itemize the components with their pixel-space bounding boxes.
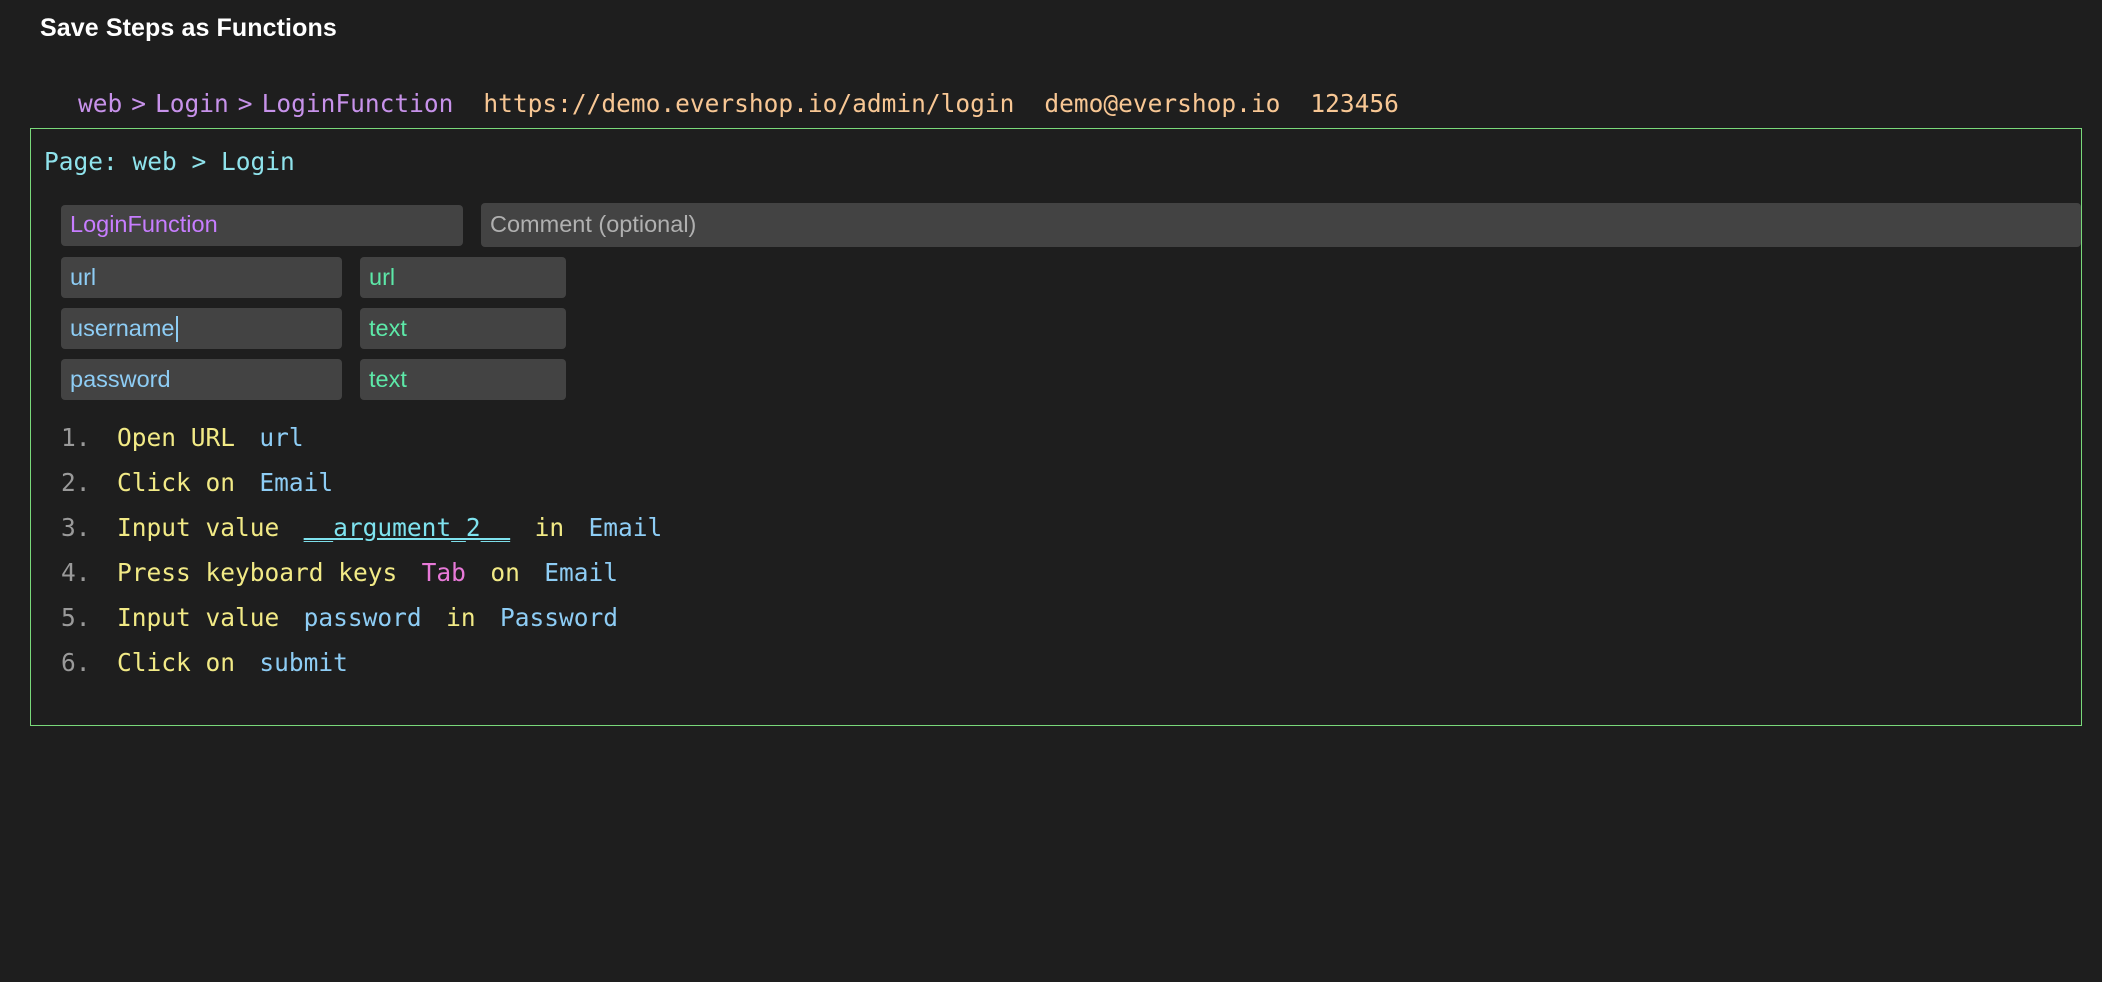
text-cursor: [176, 316, 178, 342]
steps-list: 1. Open URL url 2. Click on Email 3. Inp…: [31, 410, 2081, 693]
function-name-input[interactable]: LoginFunction: [61, 205, 463, 246]
step-target[interactable]: password: [304, 603, 422, 632]
parameter-row: url url: [61, 257, 2081, 298]
meta-password: 123456: [1310, 89, 1399, 118]
parameter-type-input-2[interactable]: text: [360, 359, 566, 400]
step-action: Click on: [117, 648, 235, 677]
step-item: 4. Press keyboard keys Tab on Email: [61, 558, 2081, 603]
step-argument-token[interactable]: __argument_2__: [304, 513, 511, 542]
step-number: 2.: [61, 468, 117, 497]
step-item: 2. Click on Email: [61, 468, 2081, 513]
page-title: Save Steps as Functions: [0, 0, 2102, 43]
step-preposition: in: [446, 603, 476, 632]
step-number: 1.: [61, 423, 117, 452]
step-action: Open URL: [117, 423, 235, 452]
step-item: 1. Open URL url: [61, 423, 2081, 468]
breadcrumb-item-login[interactable]: Login: [155, 89, 229, 118]
function-header-row: LoginFunction Comment (optional): [61, 203, 2081, 247]
function-editor-panel: Page: web > Login LoginFunction Comment …: [30, 128, 2082, 726]
step-number: 4.: [61, 558, 117, 587]
parameter-name-input-0[interactable]: url: [61, 257, 342, 298]
step-number: 6.: [61, 648, 117, 677]
parameter-row: password text: [61, 359, 2081, 400]
step-object[interactable]: Email: [544, 558, 618, 587]
step-number: 3.: [61, 513, 117, 542]
step-object[interactable]: Password: [500, 603, 618, 632]
step-key-token[interactable]: Tab: [422, 558, 466, 587]
breadcrumb-item-loginfunction[interactable]: LoginFunction: [262, 89, 454, 118]
meta-username: demo@evershop.io: [1044, 89, 1280, 118]
step-action: Press keyboard keys: [117, 558, 397, 587]
breadcrumb: web > Login > LoginFunction https://demo…: [0, 43, 2102, 118]
panel-page-heading: Page: web > Login: [31, 129, 2081, 176]
parameter-type-input-1[interactable]: text: [360, 308, 566, 349]
comment-input[interactable]: Comment (optional): [481, 203, 2081, 247]
step-preposition: on: [490, 558, 520, 587]
parameter-name-input-1[interactable]: username: [61, 308, 342, 349]
step-object[interactable]: Email: [588, 513, 662, 542]
parameter-type-input-0[interactable]: url: [360, 257, 566, 298]
step-preposition: in: [535, 513, 565, 542]
parameter-name-input-2[interactable]: password: [61, 359, 342, 400]
step-number: 5.: [61, 603, 117, 632]
step-action: Input value: [117, 603, 279, 632]
step-target[interactable]: submit: [259, 648, 348, 677]
breadcrumb-item-web[interactable]: web: [78, 89, 122, 118]
step-item: 3. Input value __argument_2__ in Email: [61, 513, 2081, 558]
breadcrumb-separator-icon: >: [229, 89, 262, 118]
parameter-name-text-1: username: [70, 317, 175, 341]
breadcrumb-separator-icon: >: [122, 89, 155, 118]
parameter-row: username text: [61, 308, 2081, 349]
step-target[interactable]: Email: [259, 468, 333, 497]
function-form: LoginFunction Comment (optional) url url…: [31, 176, 2081, 400]
step-action: Input value: [117, 513, 279, 542]
step-item: 6. Click on submit: [61, 648, 2081, 693]
meta-url: https://demo.evershop.io/admin/login: [483, 89, 1014, 118]
step-item: 5. Input value password in Password: [61, 603, 2081, 648]
step-action: Click on: [117, 468, 235, 497]
step-target[interactable]: url: [259, 423, 303, 452]
